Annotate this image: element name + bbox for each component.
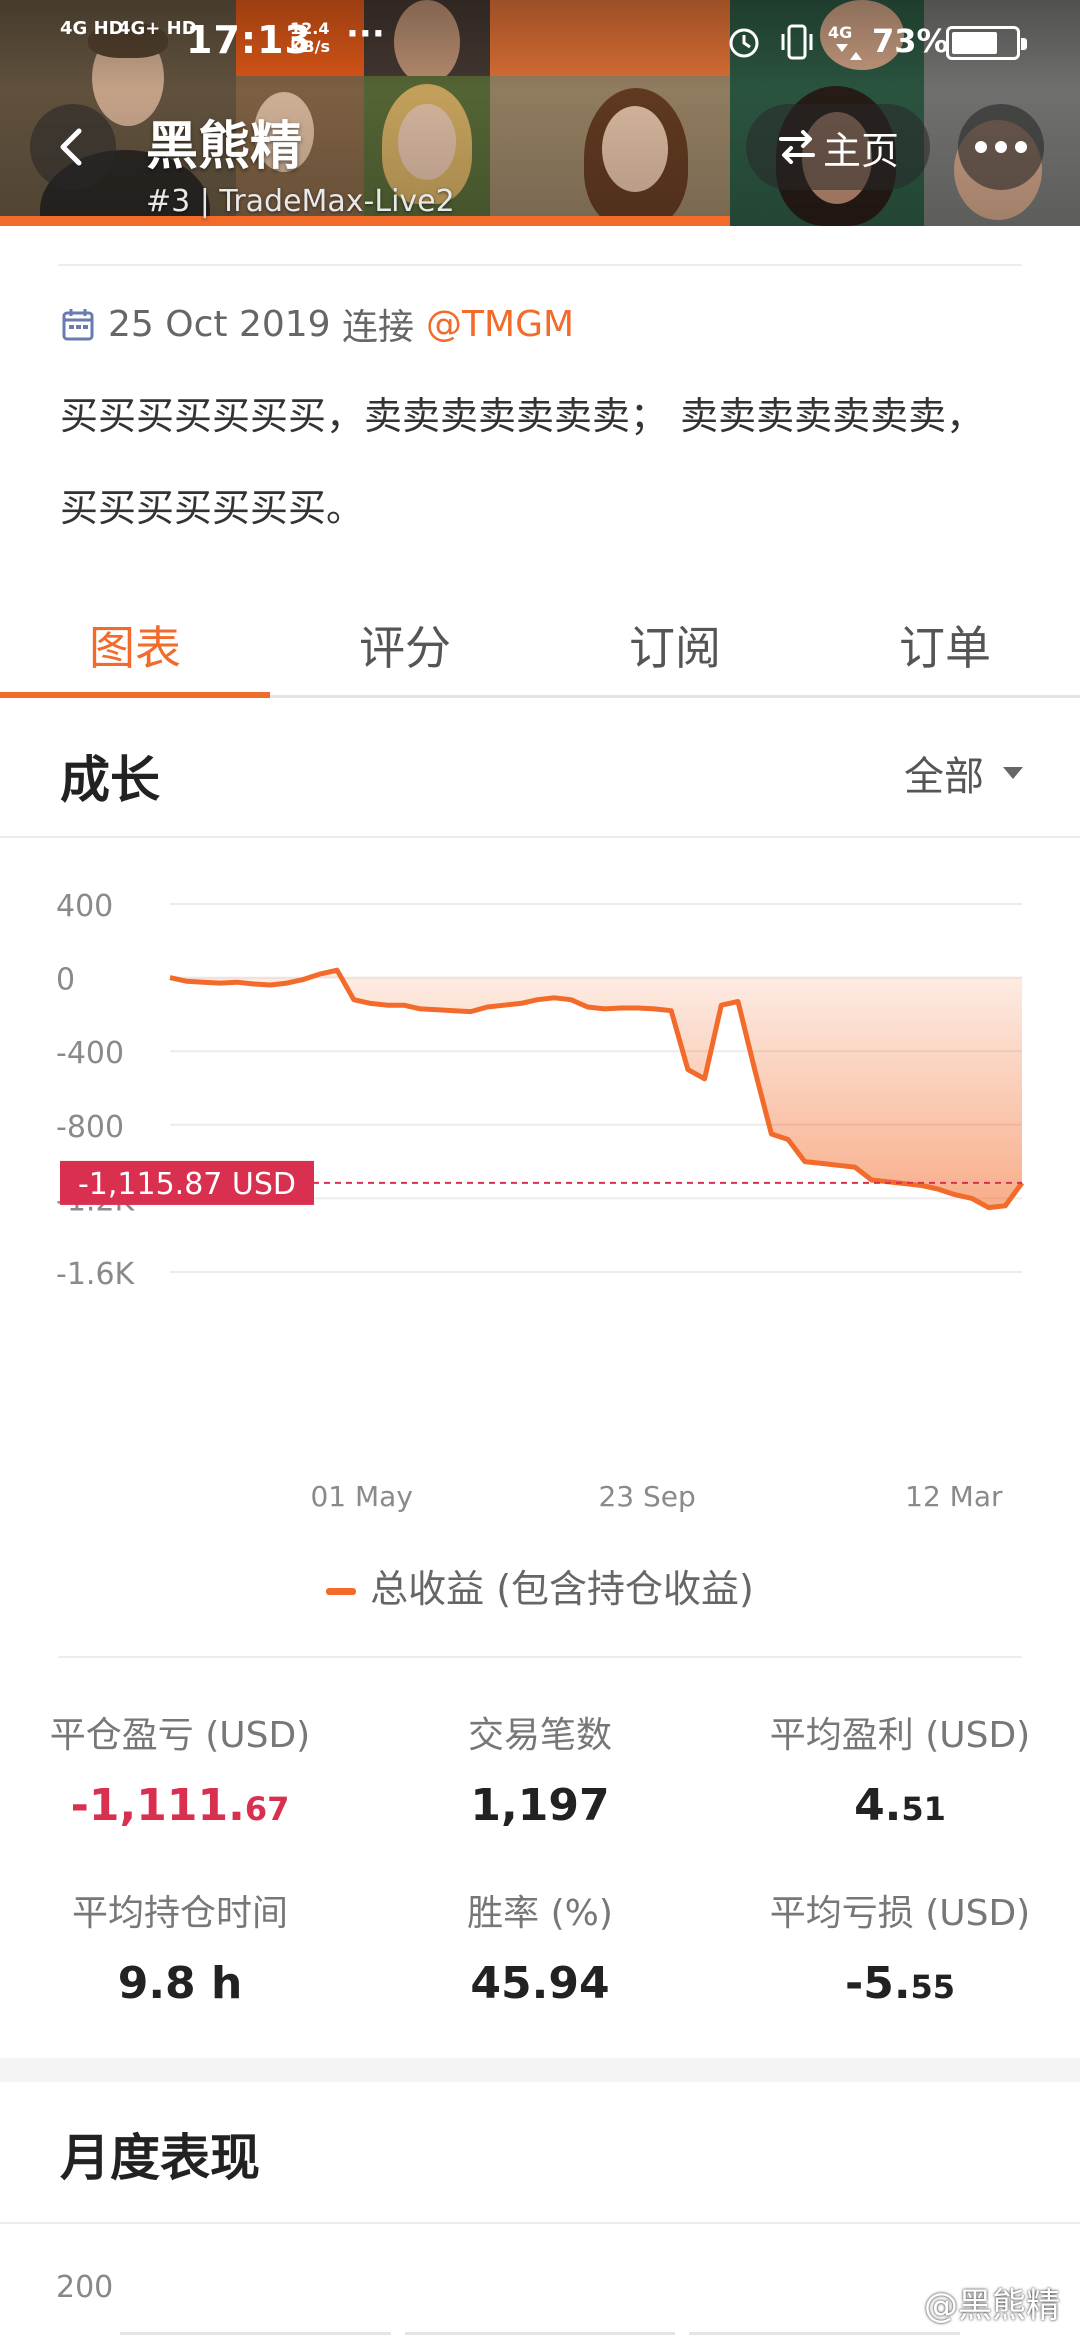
connect-text: 连接	[342, 307, 415, 348]
growth-chart[interactable]: 4000-400-800-1.2K-1.6K-1,115.87 USD01 Ma…	[0, 860, 1080, 1520]
more-notifications-icon: ···	[346, 14, 385, 54]
x-tick-label: 12 Mar	[905, 1480, 1003, 1513]
y-tick-label: -400	[56, 1036, 124, 1071]
battery-icon	[946, 26, 1027, 60]
y-tick-label: 0	[56, 963, 75, 998]
divider	[58, 264, 1022, 266]
caret-down-icon	[1003, 767, 1023, 779]
swap-icon	[778, 130, 815, 164]
more-dots-icon	[975, 141, 987, 153]
home-button[interactable]: 主页	[746, 104, 930, 190]
range-dropdown[interactable]: 全部	[904, 744, 1024, 802]
stat-label: 平仓盈亏 (USD)	[49, 1715, 311, 1756]
connect-date: 25 Oct 2019	[108, 303, 331, 345]
page-title: 黑熊精	[146, 117, 303, 177]
y-tick-label: -800	[56, 1110, 124, 1145]
home-button-label: 主页	[822, 128, 899, 173]
active-tab-indicator	[0, 692, 270, 698]
chevron-left-icon	[60, 128, 82, 166]
stat-avg-hold-time: 平均持仓时间 9.8 h	[0, 1884, 360, 2009]
back-button[interactable]	[30, 104, 116, 190]
stat-value: 9.8 h	[117, 1958, 243, 2009]
watermark: @黑熊精	[924, 2286, 1060, 2326]
section-gap	[0, 2058, 1080, 2082]
monthly-chart-bars	[120, 2332, 961, 2336]
chart-legend[interactable]: 总收益 (包含持仓收益)	[0, 1558, 1080, 1613]
trader-profile-screen: 4G HD 4G+ HD 17:13 12.4KB/s ··· 4G 73%	[0, 0, 1080, 2340]
tab-rating[interactable]: 评分	[270, 612, 540, 678]
signal-icon: 4G HD	[60, 18, 124, 39]
stat-avg-loss: 平均亏损 (USD) -5.55	[720, 1884, 1080, 2009]
tab-orders[interactable]: 订单	[810, 612, 1080, 678]
stat-value: 1,197	[470, 1780, 610, 1831]
y-tick-label: -1.6K	[56, 1257, 136, 1292]
status-bar: 4G HD 4G+ HD 17:13 12.4 KB/s ··· 4G 73%	[0, 0, 1080, 82]
growth-chart-svg: 4000-400-800-1.2K-1.6K-1,115.87 USD01 Ma…	[56, 889, 1025, 1513]
divider	[58, 1656, 1022, 1658]
stat-label: 平均亏损 (USD)	[769, 1893, 1031, 1934]
monthly-performance-title: 月度表现	[60, 2129, 260, 2187]
alarm-icon	[729, 28, 759, 58]
monthly-axis-label: 200	[56, 2270, 114, 2305]
mobile-data-icon: 4G	[828, 23, 862, 60]
legend-label: 总收益 (包含持仓收益)	[370, 1567, 754, 1611]
account-subtitle: #3 | TradeMax-Live2	[146, 184, 455, 219]
stat-label: 交易笔数	[467, 1715, 612, 1756]
legend-swatch	[326, 1588, 357, 1595]
stat-win-rate: 胜率 (%) 45.94	[360, 1884, 720, 2009]
x-tick-label: 23 Sep	[598, 1480, 695, 1513]
y-tick-label: 400	[56, 889, 113, 924]
stat-avg-profit: 平均盈利 (USD) 4.51	[720, 1706, 1080, 1831]
broker-link[interactable]: @TMGM	[426, 304, 574, 345]
stat-label: 胜率 (%)	[467, 1893, 613, 1934]
network-speed: 12.4 KB/s	[290, 19, 330, 56]
calendar-icon	[62, 309, 94, 341]
stat-label: 平均持仓时间	[71, 1893, 288, 1934]
trader-description: 买买买买买买买，卖卖卖卖卖卖卖； 卖卖卖卖卖卖卖，买买买买买买买。	[60, 394, 985, 530]
tab-subscribe[interactable]: 订阅	[540, 612, 810, 678]
stat-closed-pnl: 平仓盈亏 (USD) -1,111.67	[0, 1706, 360, 1831]
svg-text:4G: 4G	[828, 23, 852, 42]
stat-value: -1,111.67	[70, 1780, 290, 1831]
stat-value: 45.94	[470, 1958, 610, 2009]
connection-info: 25 Oct 2019 连接 @TMGM	[60, 298, 574, 350]
tab-bar: 图表 评分 订阅 订单	[0, 588, 1080, 698]
growth-title: 成长	[60, 751, 160, 809]
stat-value: -5.55	[844, 1958, 956, 2009]
stat-value: 4.51	[854, 1780, 946, 1831]
more-options-button[interactable]	[958, 104, 1044, 190]
growth-header: 成长 全部	[0, 700, 1080, 838]
current-value-label: -1,115.87 USD	[78, 1167, 296, 1202]
battery-percentage: 73%	[872, 22, 949, 60]
stat-label: 平均盈利 (USD)	[769, 1715, 1031, 1756]
range-dropdown-label: 全部	[904, 754, 984, 800]
vibrate-icon	[781, 24, 813, 60]
divider	[0, 2222, 1080, 2224]
x-tick-label: 01 May	[310, 1480, 412, 1513]
header-collage: 4G HD 4G+ HD 17:13 12.4KB/s ··· 4G 73%	[0, 0, 1080, 226]
signal-icon: 4G+ HD	[118, 18, 197, 39]
tab-chart[interactable]: 图表	[0, 612, 270, 678]
stat-trade-count: 交易笔数 1,197	[360, 1706, 720, 1831]
